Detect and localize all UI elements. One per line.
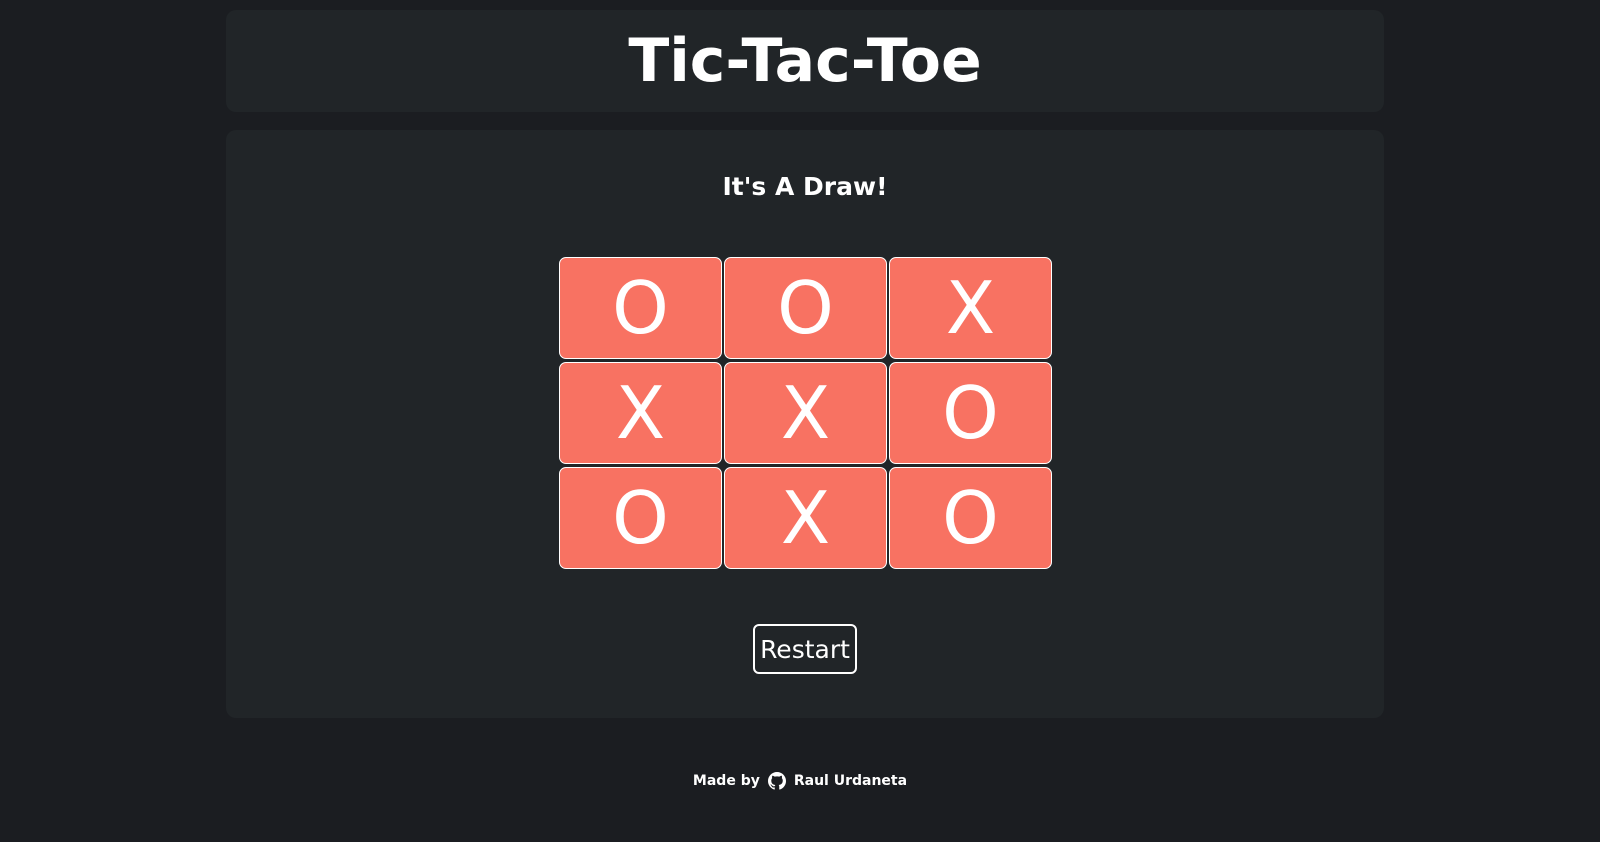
cell-mark: X	[780, 371, 831, 455]
game-card: It's A Draw! O O X X X O O X O Restart	[226, 130, 1384, 718]
cell-mark: X	[945, 266, 996, 350]
board-cell-2-2[interactable]: O	[889, 467, 1052, 569]
cell-mark: X	[780, 476, 831, 560]
board-cell-2-1[interactable]: X	[724, 467, 887, 569]
author-name: Raul Urdaneta	[793, 773, 908, 789]
board-cell-1-0[interactable]: X	[559, 362, 722, 464]
board-cell-0-1[interactable]: O	[724, 257, 887, 359]
made-by-label: Made by	[692, 773, 760, 789]
board-cell-0-2[interactable]: X	[889, 257, 1052, 359]
game-board: O O X X X O O X O	[559, 257, 1052, 569]
restart-button[interactable]: Restart	[753, 624, 857, 674]
board-cell-1-1[interactable]: X	[724, 362, 887, 464]
github-icon	[767, 772, 786, 790]
cell-mark: O	[942, 476, 999, 560]
footer: Made by Raul Urdaneta	[0, 772, 1600, 790]
author-link[interactable]: Raul Urdaneta	[767, 772, 908, 790]
cell-mark: O	[942, 371, 999, 455]
board-cell-0-0[interactable]: O	[559, 257, 722, 359]
board-cell-1-2[interactable]: O	[889, 362, 1052, 464]
cell-mark: O	[612, 476, 669, 560]
cell-mark: O	[612, 266, 669, 350]
header-card: Tic-Tac-Toe	[226, 10, 1384, 112]
game-status: It's A Draw!	[722, 172, 888, 201]
cell-mark: O	[777, 266, 834, 350]
cell-mark: X	[615, 371, 666, 455]
board-cell-2-0[interactable]: O	[559, 467, 722, 569]
page-title: Tic-Tac-Toe	[628, 26, 982, 96]
